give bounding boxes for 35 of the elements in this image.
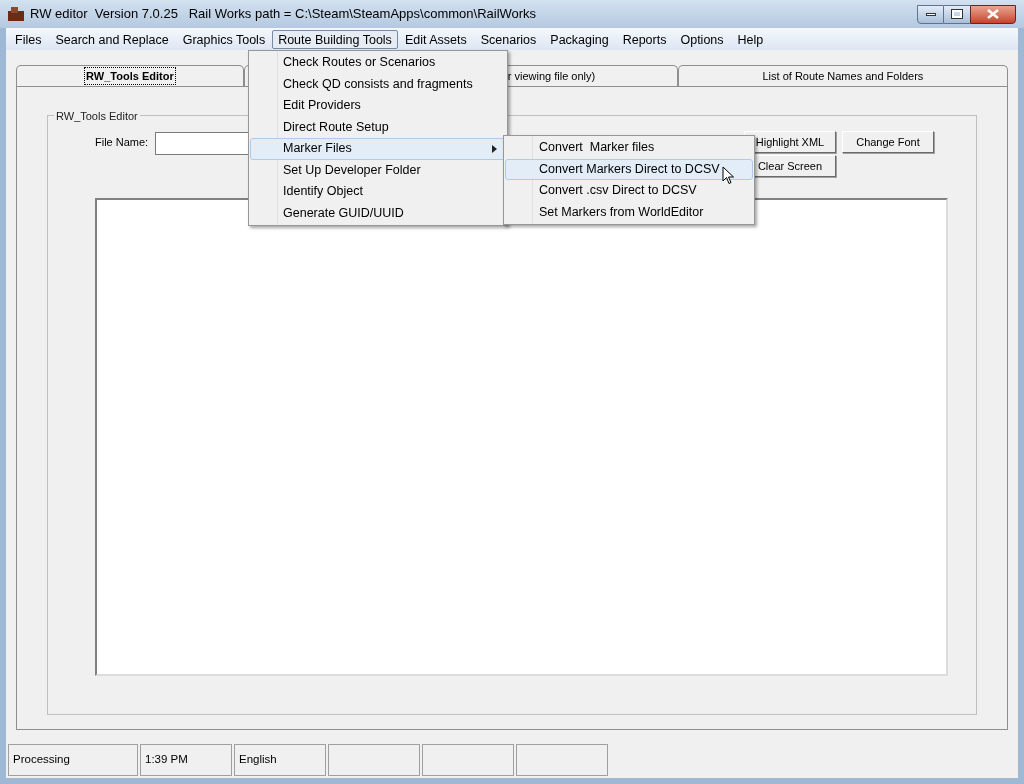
menu-item[interactable]: Check Routes or Scenarios xyxy=(250,52,506,74)
maximize-button[interactable] xyxy=(944,4,970,24)
menu-item[interactable]: Scenarios xyxy=(473,29,544,49)
minimize-button[interactable] xyxy=(917,4,944,24)
menu-item[interactable]: Edit Assets xyxy=(397,29,474,49)
status-panel: English xyxy=(234,744,326,776)
menu-item[interactable]: Identify Object xyxy=(250,181,506,203)
menu-item[interactable]: Generate GUID/UUID xyxy=(250,202,506,224)
menu-item[interactable]: Route Building Tools xyxy=(272,29,398,49)
cursor-icon xyxy=(722,166,735,185)
status-panel: Processing xyxy=(8,744,138,776)
menu-item[interactable]: Options xyxy=(673,29,731,49)
window-title: RW editor Version 7.0.25 Rail Works path = C:\Steam\SteamApps\common\RailWorks xyxy=(30,5,537,24)
close-icon xyxy=(987,9,999,19)
menu-item[interactable]: Convert Markers Direct to DCSV xyxy=(505,158,753,180)
tab[interactable]: List of Route Names and Folders xyxy=(677,65,1008,86)
field-label: File Name: xyxy=(95,135,150,150)
toolbar-button[interactable]: Change Font xyxy=(842,131,934,153)
menu-item[interactable]: Search and Replace xyxy=(48,29,176,49)
menu-item[interactable]: Marker Files xyxy=(250,138,506,160)
menu-item[interactable]: Help xyxy=(730,29,771,49)
menu-item[interactable]: Direct Route Setup xyxy=(250,116,506,138)
menu-item[interactable]: Check QD consists and fragments xyxy=(250,73,506,95)
menu-item[interactable]: Graphics Tools xyxy=(175,29,273,49)
menu-item[interactable]: Files xyxy=(8,29,49,49)
menu-item[interactable]: Edit Providers xyxy=(250,95,506,117)
menu-item[interactable]: Set Markers from WorldEditor xyxy=(505,201,753,223)
menu-item[interactable]: Convert .csv Direct to DCSV xyxy=(505,180,753,202)
app-icon xyxy=(8,7,24,21)
menu-item[interactable]: Reports xyxy=(615,29,674,49)
menu-item[interactable]: Set Up Developer Folder xyxy=(250,159,506,181)
tab[interactable]: RW_Tools Editor xyxy=(16,65,244,86)
menu-item[interactable]: Packaging xyxy=(543,29,616,49)
status-panel: 1:39 PM xyxy=(140,744,232,776)
close-button[interactable] xyxy=(970,4,1016,24)
